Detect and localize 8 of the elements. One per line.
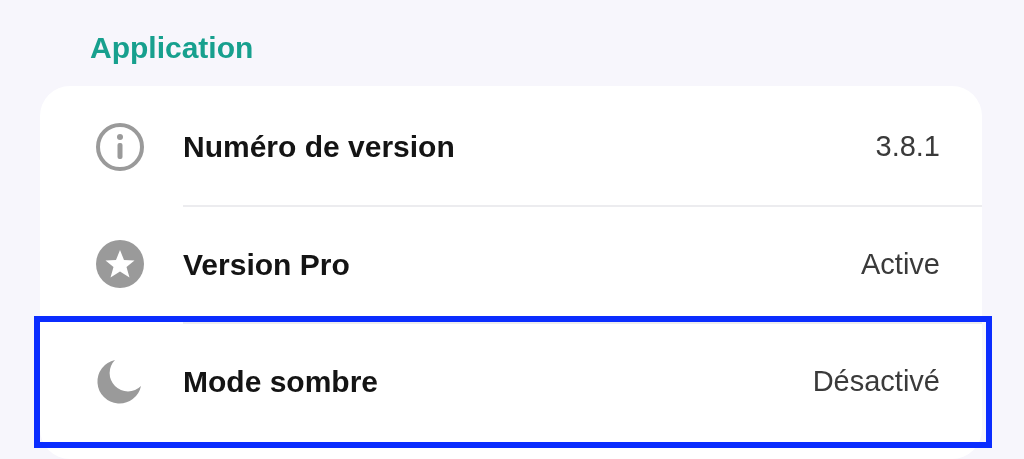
setting-value: 3.8.1 [875, 130, 940, 163]
setting-label: Numéro de version [183, 129, 456, 164]
setting-value: Désactivé [812, 365, 940, 398]
setting-value: Active [861, 248, 940, 281]
section-title: Application [90, 30, 255, 66]
setting-label: Mode sombre [183, 364, 380, 399]
info-icon [95, 121, 145, 172]
setting-label: Version Pro [183, 247, 351, 282]
